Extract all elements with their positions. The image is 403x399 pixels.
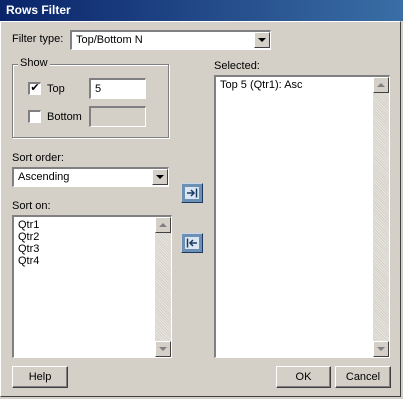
title-bar: Rows Filter: [0, 0, 403, 21]
top-label: Top: [47, 83, 65, 95]
list-item[interactable]: Qtr1: [16, 219, 39, 231]
ok-button[interactable]: OK: [276, 366, 331, 388]
arrow-left-icon: [185, 237, 199, 249]
chevron-down-icon[interactable]: [254, 32, 270, 48]
bottom-checkbox[interactable]: [28, 110, 41, 123]
sort-order-select[interactable]: Ascending: [12, 167, 169, 187]
list-item[interactable]: Qtr4: [16, 255, 39, 267]
list-item[interactable]: Qtr3: [16, 243, 39, 255]
window-title: Rows Filter: [6, 3, 71, 17]
sort-order-label: Sort order:: [12, 152, 64, 164]
sort-order-value: Ascending: [18, 171, 70, 183]
selected-items: Top 5 (Qtr1): Asc: [218, 79, 303, 91]
selected-scrollbar[interactable]: [373, 77, 389, 357]
selected-list[interactable]: Top 5 (Qtr1): Asc: [214, 75, 390, 358]
cancel-button[interactable]: Cancel: [335, 366, 391, 388]
top-checkbox[interactable]: ✔: [28, 82, 41, 95]
filter-type-value: Top/Bottom N: [76, 34, 143, 46]
bottom-count-input[interactable]: [89, 106, 146, 127]
show-group-title: Show: [18, 57, 50, 69]
scroll-up-icon[interactable]: [155, 217, 171, 233]
top-count-input[interactable]: 5: [89, 78, 146, 99]
remove-from-selected-button[interactable]: [181, 233, 203, 253]
list-item[interactable]: Qtr2: [16, 231, 39, 243]
scroll-up-icon[interactable]: [373, 77, 389, 93]
sort-on-list[interactable]: Qtr1 Qtr2 Qtr3 Qtr4: [12, 215, 172, 358]
scroll-down-icon[interactable]: [155, 341, 171, 357]
top-count-value: 5: [95, 83, 102, 95]
scroll-down-icon[interactable]: [373, 341, 389, 357]
sort-on-scrollbar[interactable]: [155, 217, 171, 357]
filter-type-select[interactable]: Top/Bottom N: [70, 30, 271, 50]
sort-on-items: Qtr1 Qtr2 Qtr3 Qtr4: [16, 219, 39, 267]
chevron-down-icon[interactable]: [152, 169, 168, 185]
add-to-selected-button[interactable]: [181, 183, 203, 203]
list-item[interactable]: Top 5 (Qtr1): Asc: [218, 79, 303, 91]
selected-label: Selected:: [214, 60, 260, 72]
sort-on-label: Sort on:: [12, 200, 51, 212]
filter-type-label: Filter type:: [12, 33, 64, 45]
help-button[interactable]: Help: [12, 366, 68, 388]
bottom-label: Bottom: [47, 111, 82, 123]
arrow-right-icon: [185, 187, 199, 199]
